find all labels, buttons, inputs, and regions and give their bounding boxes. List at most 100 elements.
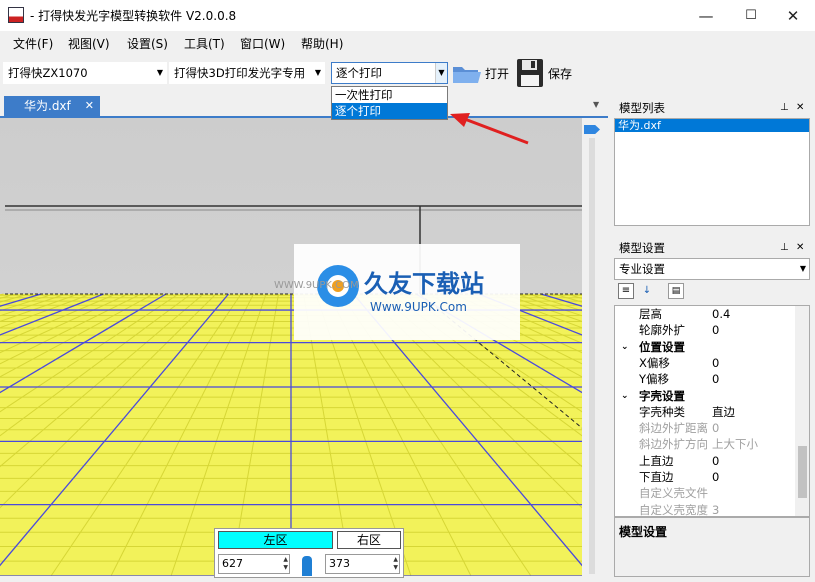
open-label: 打开 bbox=[485, 66, 510, 81]
pin-icon[interactable]: ⊥ bbox=[780, 239, 789, 257]
annotation-arrow bbox=[450, 113, 529, 145]
chevron-down-icon: ▼ bbox=[799, 264, 806, 273]
save-label: 保存 bbox=[548, 66, 573, 81]
property-value[interactable]: 0 bbox=[712, 453, 719, 469]
menu-tools[interactable]: 工具(T) bbox=[184, 35, 225, 52]
watermark-url: Www.9UPK.Com bbox=[370, 300, 467, 314]
model-list: 华为.dxf bbox=[614, 118, 810, 226]
app-icon bbox=[8, 7, 24, 23]
window-title: - 打得快发光字模型转换软件 V2.0.0.8 bbox=[30, 9, 237, 23]
property-value[interactable]: 0 bbox=[712, 371, 719, 387]
property-key: 斜边外扩距离 bbox=[639, 421, 708, 436]
right-zone-value: 373 bbox=[329, 557, 350, 570]
zone-slider-handle[interactable] bbox=[302, 556, 312, 576]
property-row[interactable]: 自定义壳文件 bbox=[615, 485, 795, 501]
scrollbar-thumb[interactable] bbox=[798, 446, 807, 498]
spinner-arrows-icon[interactable]: ▲ ▼ bbox=[283, 556, 288, 572]
sort-alpha-icon[interactable]: ↓ bbox=[639, 283, 655, 299]
tab-document[interactable]: 华为.dxf ✕ bbox=[4, 96, 100, 116]
chevron-down-icon: ▼ bbox=[314, 68, 321, 77]
collapse-chevron-icon[interactable]: ⌄ bbox=[621, 339, 629, 355]
save-button[interactable]: 保存 bbox=[516, 57, 578, 89]
property-row[interactable]: 下直边 0 bbox=[615, 469, 795, 485]
property-value[interactable]: 3 bbox=[712, 502, 719, 516]
scroll-track[interactable] bbox=[589, 138, 595, 574]
dropdown-option-once[interactable]: 一次性打印 bbox=[332, 87, 447, 103]
model-list-item[interactable]: 华为.dxf bbox=[615, 119, 809, 132]
menu-file[interactable]: 文件(F) bbox=[13, 35, 53, 52]
print-bed-grid bbox=[0, 118, 582, 576]
left-zone-input[interactable]: 627 ▲ ▼ bbox=[218, 554, 290, 574]
model-list-header: 模型列表 ⊥ ✕ bbox=[614, 99, 810, 117]
floppy-disk-icon bbox=[517, 59, 543, 87]
spinner-arrows-icon[interactable]: ▲ ▼ bbox=[393, 556, 398, 572]
watermark-url-faint: WWW.9UPK.COM bbox=[274, 280, 359, 291]
model-list-title: 模型列表 bbox=[619, 101, 665, 115]
property-grid-scrollbar[interactable] bbox=[795, 306, 809, 516]
right-zone-button[interactable]: 右区 bbox=[337, 531, 401, 549]
document-tab-label: 华为.dxf bbox=[24, 99, 71, 113]
machine-select-value: 打得快ZX1070 bbox=[8, 66, 88, 80]
property-key: 上直边 bbox=[639, 453, 674, 468]
property-value[interactable]: 0 bbox=[712, 420, 719, 436]
settings-mode-select[interactable]: 专业设置 ▼ bbox=[614, 258, 810, 280]
left-zone-value: 627 bbox=[222, 557, 243, 570]
menu-bar: 文件(F) 视图(V) 设置(S) 工具(T) 窗口(W) 帮助(H) bbox=[0, 31, 815, 53]
property-row[interactable]: 轮廓外扩 0 bbox=[615, 322, 795, 338]
left-zone-button[interactable]: 左区 bbox=[218, 531, 333, 549]
tab-close-icon[interactable]: ✕ bbox=[85, 96, 94, 116]
print-mode-select[interactable]: 逐个打印 ▼ bbox=[331, 62, 448, 84]
close-button[interactable]: ✕ bbox=[770, 0, 815, 31]
property-row[interactable]: 上直边 0 bbox=[615, 453, 795, 469]
panel-close-icon[interactable]: ✕ bbox=[796, 239, 804, 257]
property-row[interactable]: X偏移 0 bbox=[615, 355, 795, 371]
collapse-chevron-icon[interactable]: ⌄ bbox=[621, 388, 629, 404]
tab-list-chevron-icon[interactable]: ▼ bbox=[593, 100, 599, 109]
right-zone-input[interactable]: 373 ▲ ▼ bbox=[325, 554, 400, 574]
property-key: 字壳设置 bbox=[639, 388, 685, 403]
panel-close-icon[interactable]: ✕ bbox=[796, 99, 804, 117]
property-grid: 层高 0.4 轮廓外扩 0 ⌄ 位置设置 X偏移 0 Y偏移 0 ⌄ 字壳设置 字壳种类 直边 斜边外扩距离… bbox=[614, 305, 810, 517]
menu-window[interactable]: 窗口(W) bbox=[240, 35, 285, 52]
pin-icon[interactable]: ⊥ bbox=[780, 99, 789, 117]
dropdown-option-one-by-one[interactable]: 逐个打印 bbox=[332, 103, 447, 119]
menu-help[interactable]: 帮助(H) bbox=[301, 35, 343, 52]
viewport-scrollbar[interactable] bbox=[582, 118, 608, 576]
property-value[interactable]: 上大下小 bbox=[712, 436, 758, 452]
property-key: 轮廓外扩 bbox=[639, 323, 685, 338]
property-category[interactable]: ⌄ 位置设置 bbox=[615, 339, 795, 355]
menu-settings[interactable]: 设置(S) bbox=[127, 35, 168, 52]
maximize-button[interactable]: ☐ bbox=[728, 0, 774, 31]
minimize-button[interactable]: — bbox=[683, 0, 729, 31]
scroll-marker-icon[interactable] bbox=[584, 125, 600, 134]
property-row[interactable]: 字壳种类 直边 bbox=[615, 404, 795, 420]
property-description: 模型设置 bbox=[614, 517, 810, 577]
printer-type-select[interactable]: 打得快3D打印发光字专用 ▼ bbox=[169, 62, 325, 84]
open-button[interactable]: 打开 bbox=[452, 59, 512, 87]
property-key: Y偏移 bbox=[639, 372, 670, 387]
property-row[interactable]: 自定义壳宽度 3 bbox=[615, 502, 795, 516]
property-toolbar: ≡ ↓ ▤ bbox=[614, 280, 810, 304]
property-value[interactable]: 0.4 bbox=[712, 306, 730, 322]
property-row[interactable]: 斜边外扩距离 0 bbox=[615, 420, 795, 436]
property-value[interactable]: 0 bbox=[712, 355, 719, 371]
description-title: 模型设置 bbox=[619, 525, 668, 539]
property-row[interactable]: Y偏移 0 bbox=[615, 371, 795, 387]
model-settings-header: 模型设置 ⊥ ✕ bbox=[614, 239, 810, 257]
property-value[interactable]: 0 bbox=[712, 469, 719, 485]
property-pages-icon[interactable]: ▤ bbox=[668, 283, 684, 299]
machine-select[interactable]: 打得快ZX1070 ▼ bbox=[3, 62, 167, 84]
property-category[interactable]: ⌄ 字壳设置 bbox=[615, 388, 795, 404]
categorized-view-icon[interactable]: ≡ bbox=[618, 283, 634, 299]
settings-mode-value: 专业设置 bbox=[619, 262, 665, 276]
3d-viewport[interactable] bbox=[0, 118, 582, 576]
menu-view[interactable]: 视图(V) bbox=[68, 35, 110, 52]
property-row[interactable]: 层高 0.4 bbox=[615, 306, 795, 322]
watermark: 久友下载站 WWW.9UPK.COM Www.9UPK.Com bbox=[274, 244, 520, 340]
property-row[interactable]: 斜边外扩方向 上大下小 bbox=[615, 436, 795, 452]
chevron-down-icon: ▼ bbox=[435, 63, 447, 83]
property-value[interactable]: 0 bbox=[712, 322, 719, 338]
property-value[interactable]: 直边 bbox=[712, 404, 735, 420]
zone-control: 左区 右区 627 ▲ ▼ 373 ▲ ▼ bbox=[214, 528, 404, 578]
printer-type-value: 打得快3D打印发光字专用 bbox=[174, 66, 306, 80]
